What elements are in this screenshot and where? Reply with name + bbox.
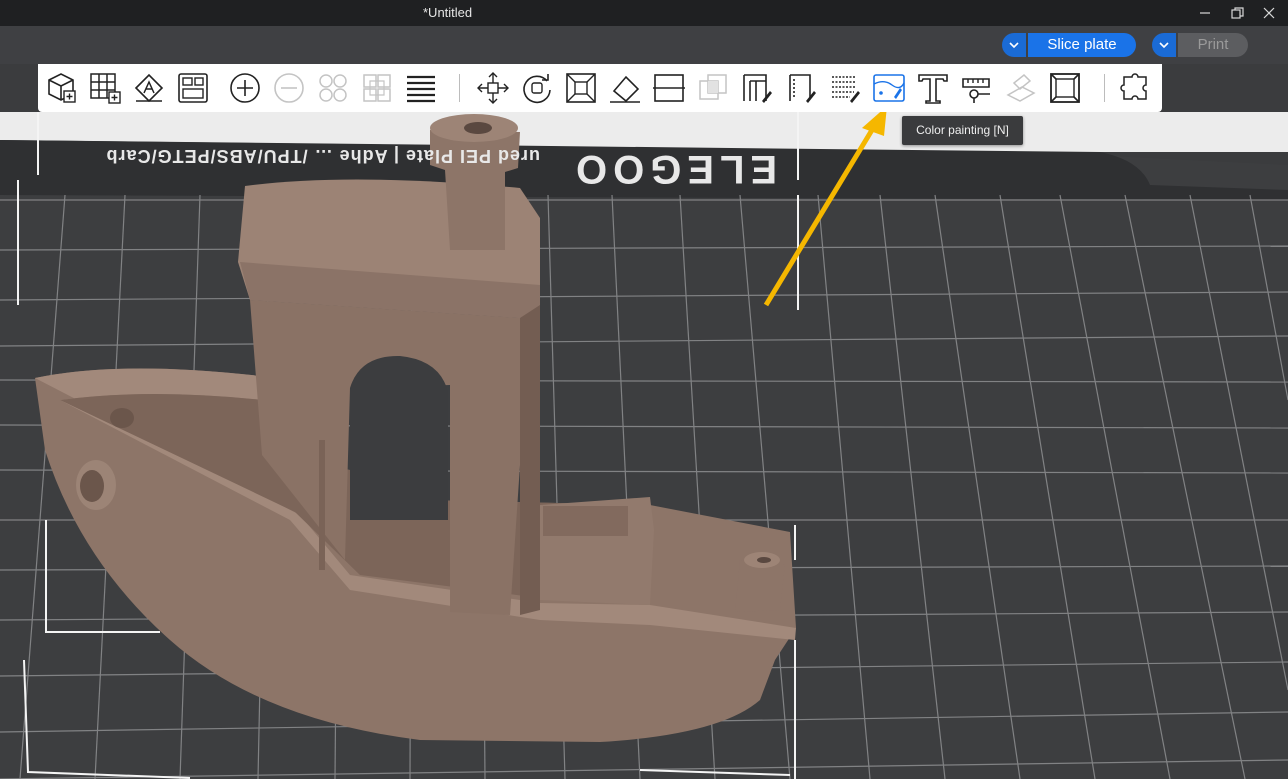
minimize-icon[interactable] bbox=[1195, 3, 1215, 23]
top-action-bar: Slice plate Print bbox=[0, 26, 1288, 64]
slice-button-group: Slice plate bbox=[1002, 33, 1136, 57]
support-painting-icon[interactable] bbox=[740, 71, 774, 105]
split-parts-icon[interactable] bbox=[360, 71, 394, 105]
scale-icon[interactable] bbox=[564, 71, 598, 105]
add-object-icon[interactable] bbox=[44, 71, 78, 105]
remove-instance-icon[interactable] bbox=[272, 71, 306, 105]
split-objects-icon[interactable] bbox=[316, 71, 350, 105]
boolean-icon[interactable] bbox=[696, 71, 730, 105]
print-button-group: Print bbox=[1152, 33, 1248, 57]
chevron-down-icon bbox=[1159, 42, 1169, 49]
rotate-icon[interactable] bbox=[520, 71, 554, 105]
slice-dropdown-button[interactable] bbox=[1002, 33, 1026, 57]
fuzzy-skin-icon[interactable] bbox=[828, 71, 862, 105]
add-instance-icon[interactable] bbox=[228, 71, 262, 105]
cut-icon[interactable] bbox=[652, 71, 686, 105]
title-bar: *Untitled bbox=[0, 0, 1288, 26]
chevron-down-icon bbox=[1009, 42, 1019, 49]
print-dropdown-button[interactable] bbox=[1152, 33, 1176, 57]
window-title: *Untitled bbox=[423, 5, 473, 20]
color-painting-icon[interactable] bbox=[872, 71, 906, 105]
restore-icon[interactable] bbox=[1227, 3, 1247, 23]
cut-connectors-icon[interactable] bbox=[1048, 71, 1082, 105]
layers-variable-height-icon[interactable] bbox=[404, 71, 438, 105]
puzzle-icon[interactable] bbox=[1120, 71, 1154, 105]
assembly-icon[interactable] bbox=[1004, 71, 1038, 105]
build-plate-scene bbox=[0, 112, 1288, 779]
plate-brand-text: ELEGOO bbox=[570, 147, 778, 191]
auto-orient-icon[interactable] bbox=[132, 71, 166, 105]
measure-icon[interactable] bbox=[960, 71, 994, 105]
plate-bed-text: ured PEI Plate | Adhe … /TPU/ABS/PETG/Ca… bbox=[105, 146, 540, 166]
lay-on-face-icon[interactable] bbox=[608, 71, 642, 105]
move-icon[interactable] bbox=[476, 71, 510, 105]
seam-painting-icon[interactable] bbox=[784, 71, 818, 105]
close-icon[interactable] bbox=[1259, 3, 1279, 23]
slice-plate-button[interactable]: Slice plate bbox=[1028, 33, 1136, 57]
toolbar-separator bbox=[1104, 74, 1105, 102]
print-button[interactable]: Print bbox=[1178, 33, 1248, 57]
main-toolbar bbox=[38, 64, 1162, 112]
3d-viewport[interactable]: ured PEI Plate | Adhe … /TPU/ABS/PETG/Ca… bbox=[0, 112, 1288, 779]
arrange-icon[interactable] bbox=[176, 71, 210, 105]
toolbar-separator bbox=[459, 74, 460, 102]
add-plate-icon[interactable] bbox=[88, 71, 122, 105]
text-icon[interactable] bbox=[916, 71, 950, 105]
color-painting-tooltip: Color painting [N] bbox=[902, 116, 1023, 145]
